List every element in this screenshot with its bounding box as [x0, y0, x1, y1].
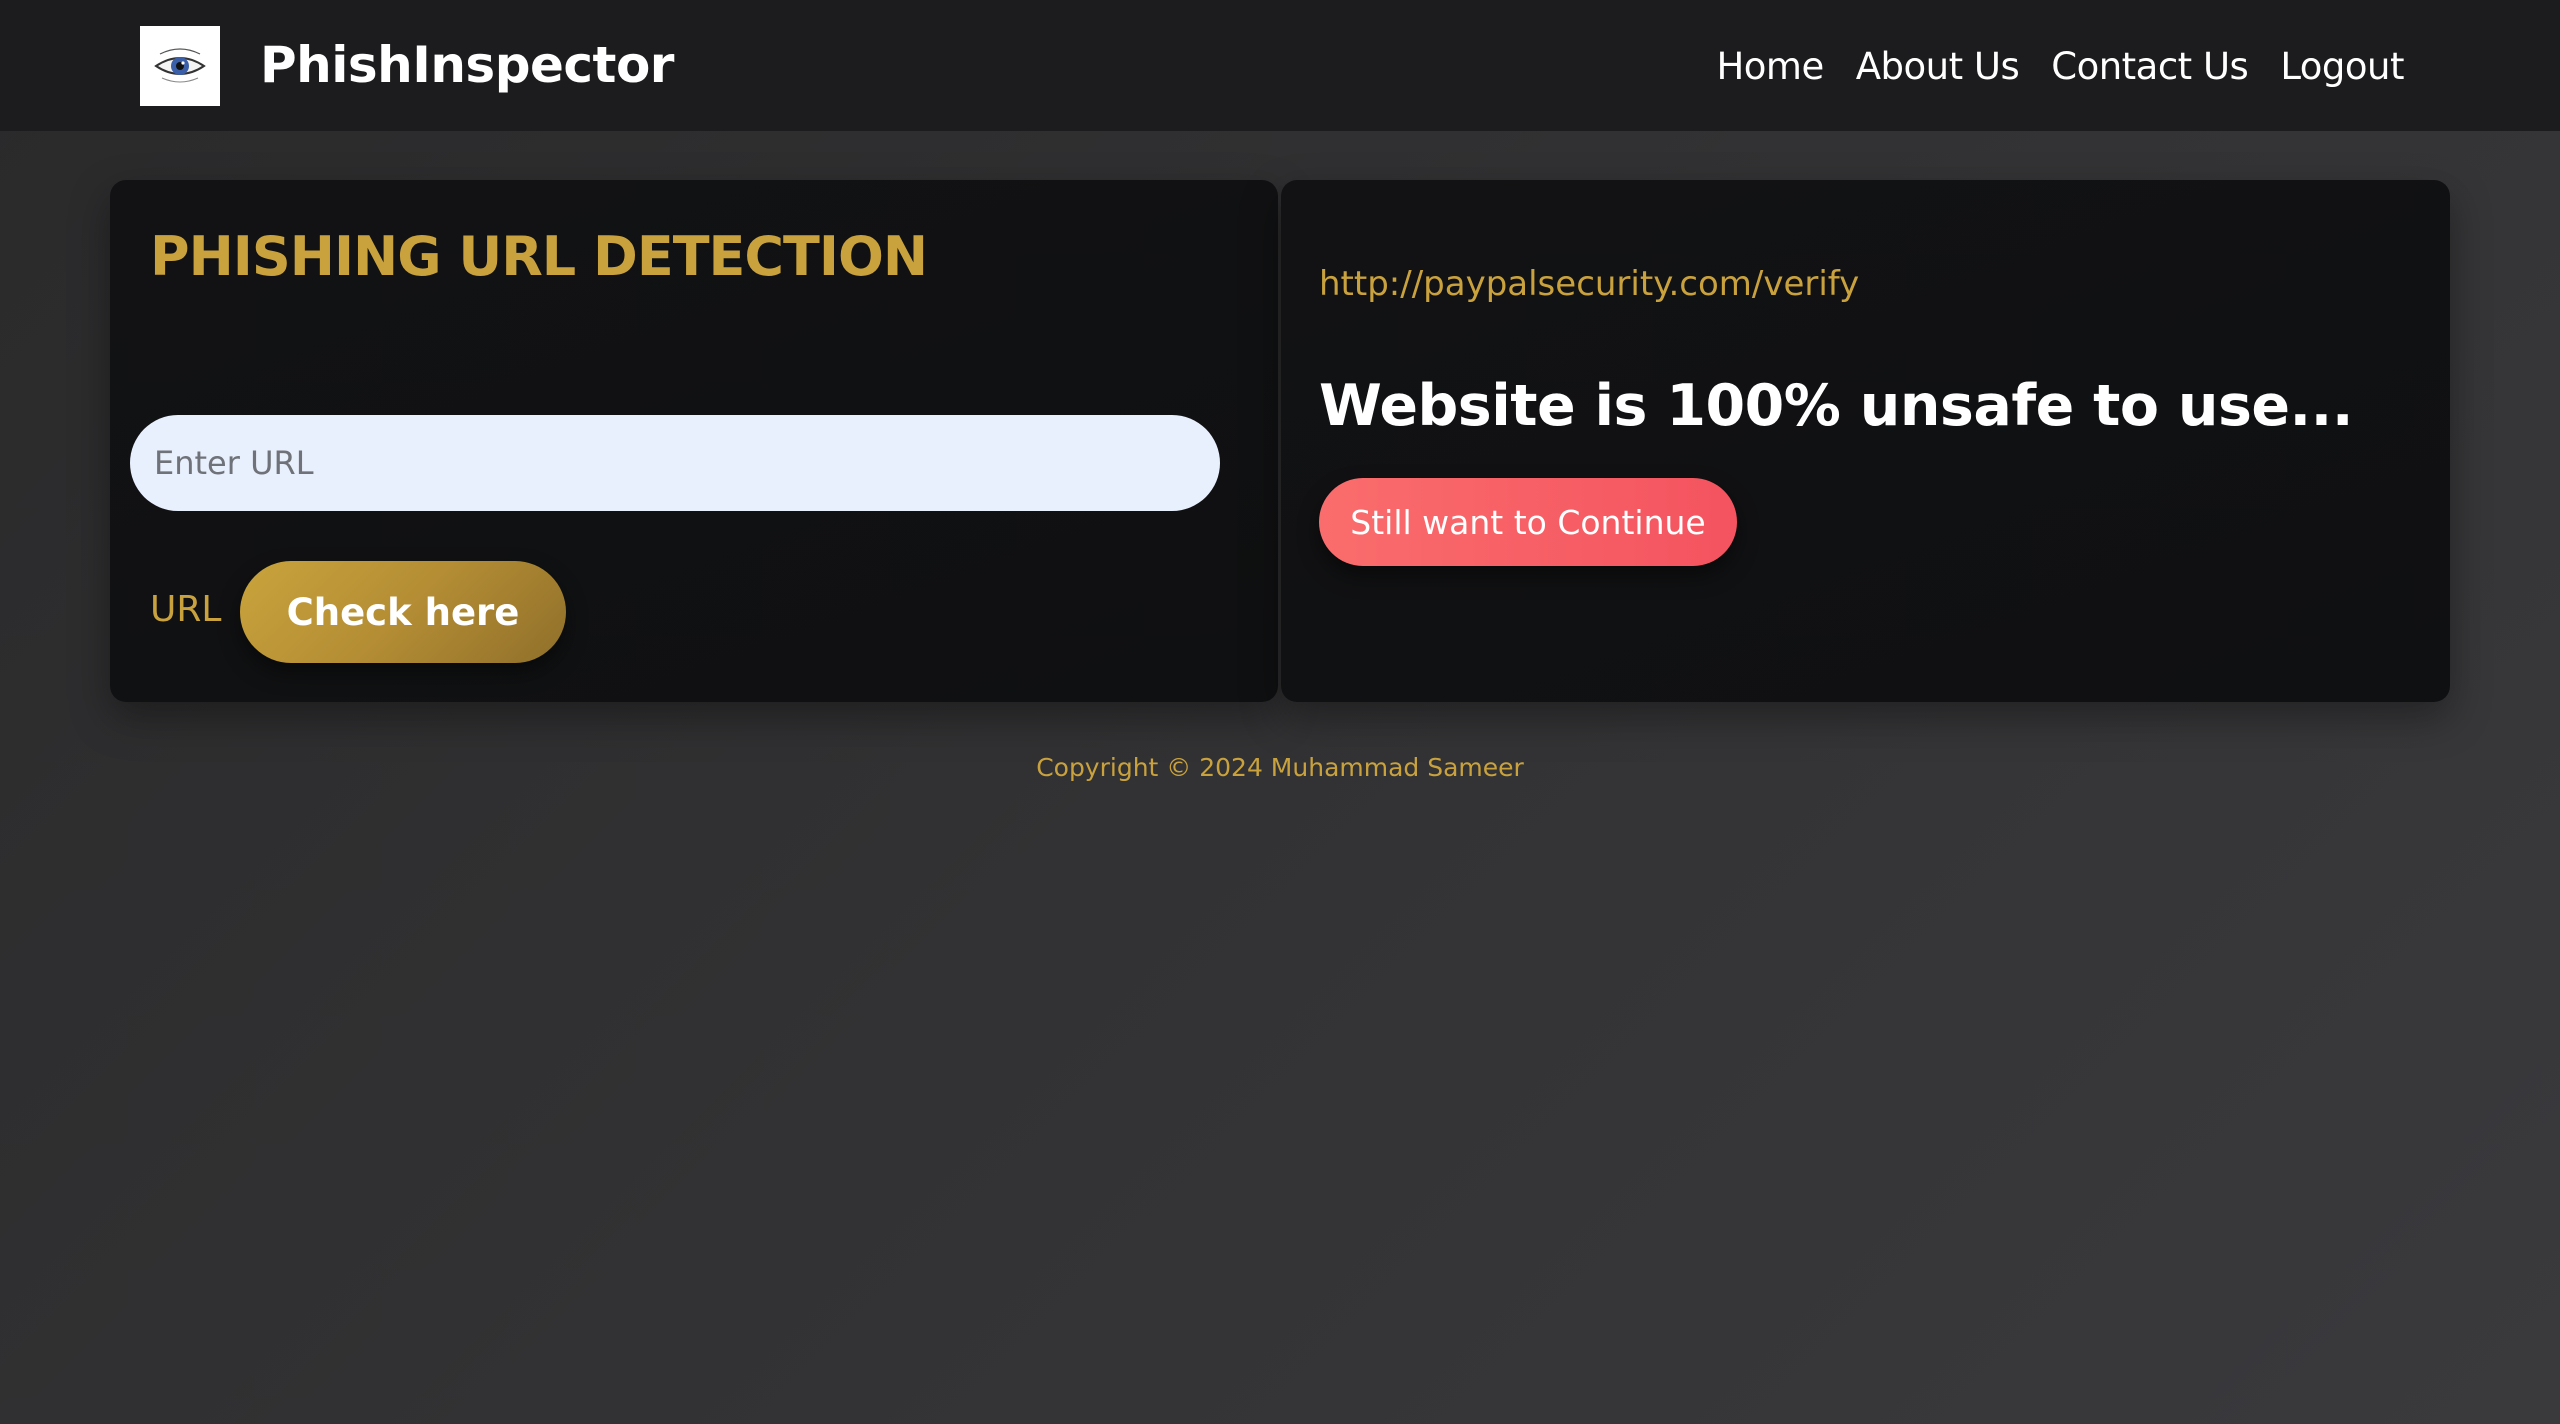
copyright-text: Copyright © 2024 Muhammad Sameer [1036, 753, 1524, 782]
still-continue-button[interactable]: Still want to Continue [1319, 478, 1737, 566]
check-here-button[interactable]: Check here [240, 561, 566, 663]
navbar: PhishInspector Home About Us Contact Us … [0, 0, 2560, 131]
result-card: http://paypalsecurity.com/verify Website… [1281, 180, 2450, 702]
nav-link-contact-us[interactable]: Contact Us [2051, 45, 2249, 88]
verdict-text: Website is 100% unsafe to use... [1319, 373, 2354, 439]
eye-logo-icon [154, 48, 206, 83]
detection-title: PHISHING URL DETECTION [150, 225, 928, 288]
nav-links: Home About Us Contact Us Logout [1716, 38, 2404, 94]
brand-logo[interactable] [140, 26, 220, 106]
detection-card: PHISHING URL DETECTION URL Check here [110, 180, 1278, 702]
url-input[interactable] [130, 415, 1220, 511]
url-label: URL [150, 589, 222, 630]
footer: Copyright © 2024 Muhammad Sameer [0, 752, 2560, 784]
brand-name[interactable]: PhishInspector [260, 32, 674, 98]
nav-link-logout[interactable]: Logout [2280, 45, 2404, 88]
nav-link-home[interactable]: Home [1716, 45, 1824, 88]
checked-url: http://paypalsecurity.com/verify [1319, 264, 1860, 304]
nav-link-about-us[interactable]: About Us [1856, 45, 2020, 88]
